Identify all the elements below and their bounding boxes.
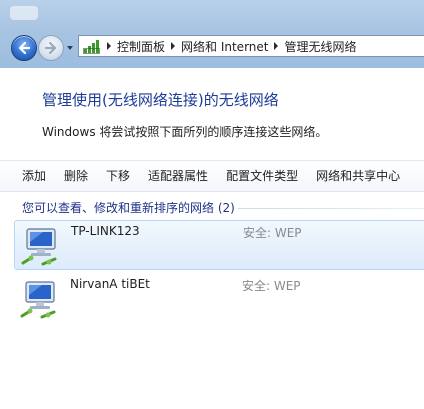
wireless-network-icon [20,281,56,319]
forward-button[interactable] [38,35,64,61]
page-description: Windows 将尝试按照下面所列的顺序连接这些网络。 [42,125,328,139]
network-signal-icon [83,38,101,54]
network-list-item[interactable]: NirvanA tiBEt 安全: WEP [14,274,424,324]
move-down-button[interactable]: 下移 [97,161,139,191]
breadcrumb-separator-icon[interactable] [271,42,281,50]
back-button[interactable] [11,35,37,61]
command-toolbar: 添加 删除 下移 适配器属性 配置文件类型 网络和共享中心 [0,160,424,192]
network-security: 安全: WEP [243,226,302,240]
main-panel: 管理使用(无线网络连接)的无线网络 Windows 将尝试按照下面所列的顺序连接… [0,68,424,409]
breadcrumb-network-internet[interactable]: 网络和 Internet [181,38,268,55]
adapter-properties-button[interactable]: 适配器属性 [139,161,217,191]
profile-types-button[interactable]: 配置文件类型 [217,161,307,191]
networks-group-header[interactable]: 您可以查看、修改和重新排序的网络 (2) [22,199,235,216]
network-sharing-center-button[interactable]: 网络和共享中心 [307,161,409,191]
breadcrumb-separator-icon[interactable] [168,42,178,50]
breadcrumb-separator-icon[interactable] [104,42,114,50]
group-header-divider [238,208,424,209]
network-security: 安全: WEP [242,279,301,293]
network-name: NirvanA tiBEt [70,277,150,291]
address-bar[interactable]: 控制面板 网络和 Internet 管理无线网络 [78,35,424,57]
back-arrow-icon [18,41,31,55]
breadcrumb-control-panel[interactable]: 控制面板 [117,38,165,55]
forward-arrow-icon [44,41,57,55]
delete-button[interactable]: 删除 [55,161,97,191]
page-title: 管理使用(无线网络连接)的无线网络 [42,91,279,109]
window-chrome: 控制面板 网络和 Internet 管理无线网络 [0,0,424,69]
breadcrumb-manage-wireless[interactable]: 管理无线网络 [284,38,356,55]
recent-pages-chevron-down-icon[interactable] [66,44,74,52]
network-list-item[interactable]: TP-LINK123 安全: WEP [14,220,424,270]
titlebar-glare [10,6,38,20]
wireless-network-icon [21,228,57,266]
add-button[interactable]: 添加 [0,161,55,191]
network-name: TP-LINK123 [71,224,140,238]
